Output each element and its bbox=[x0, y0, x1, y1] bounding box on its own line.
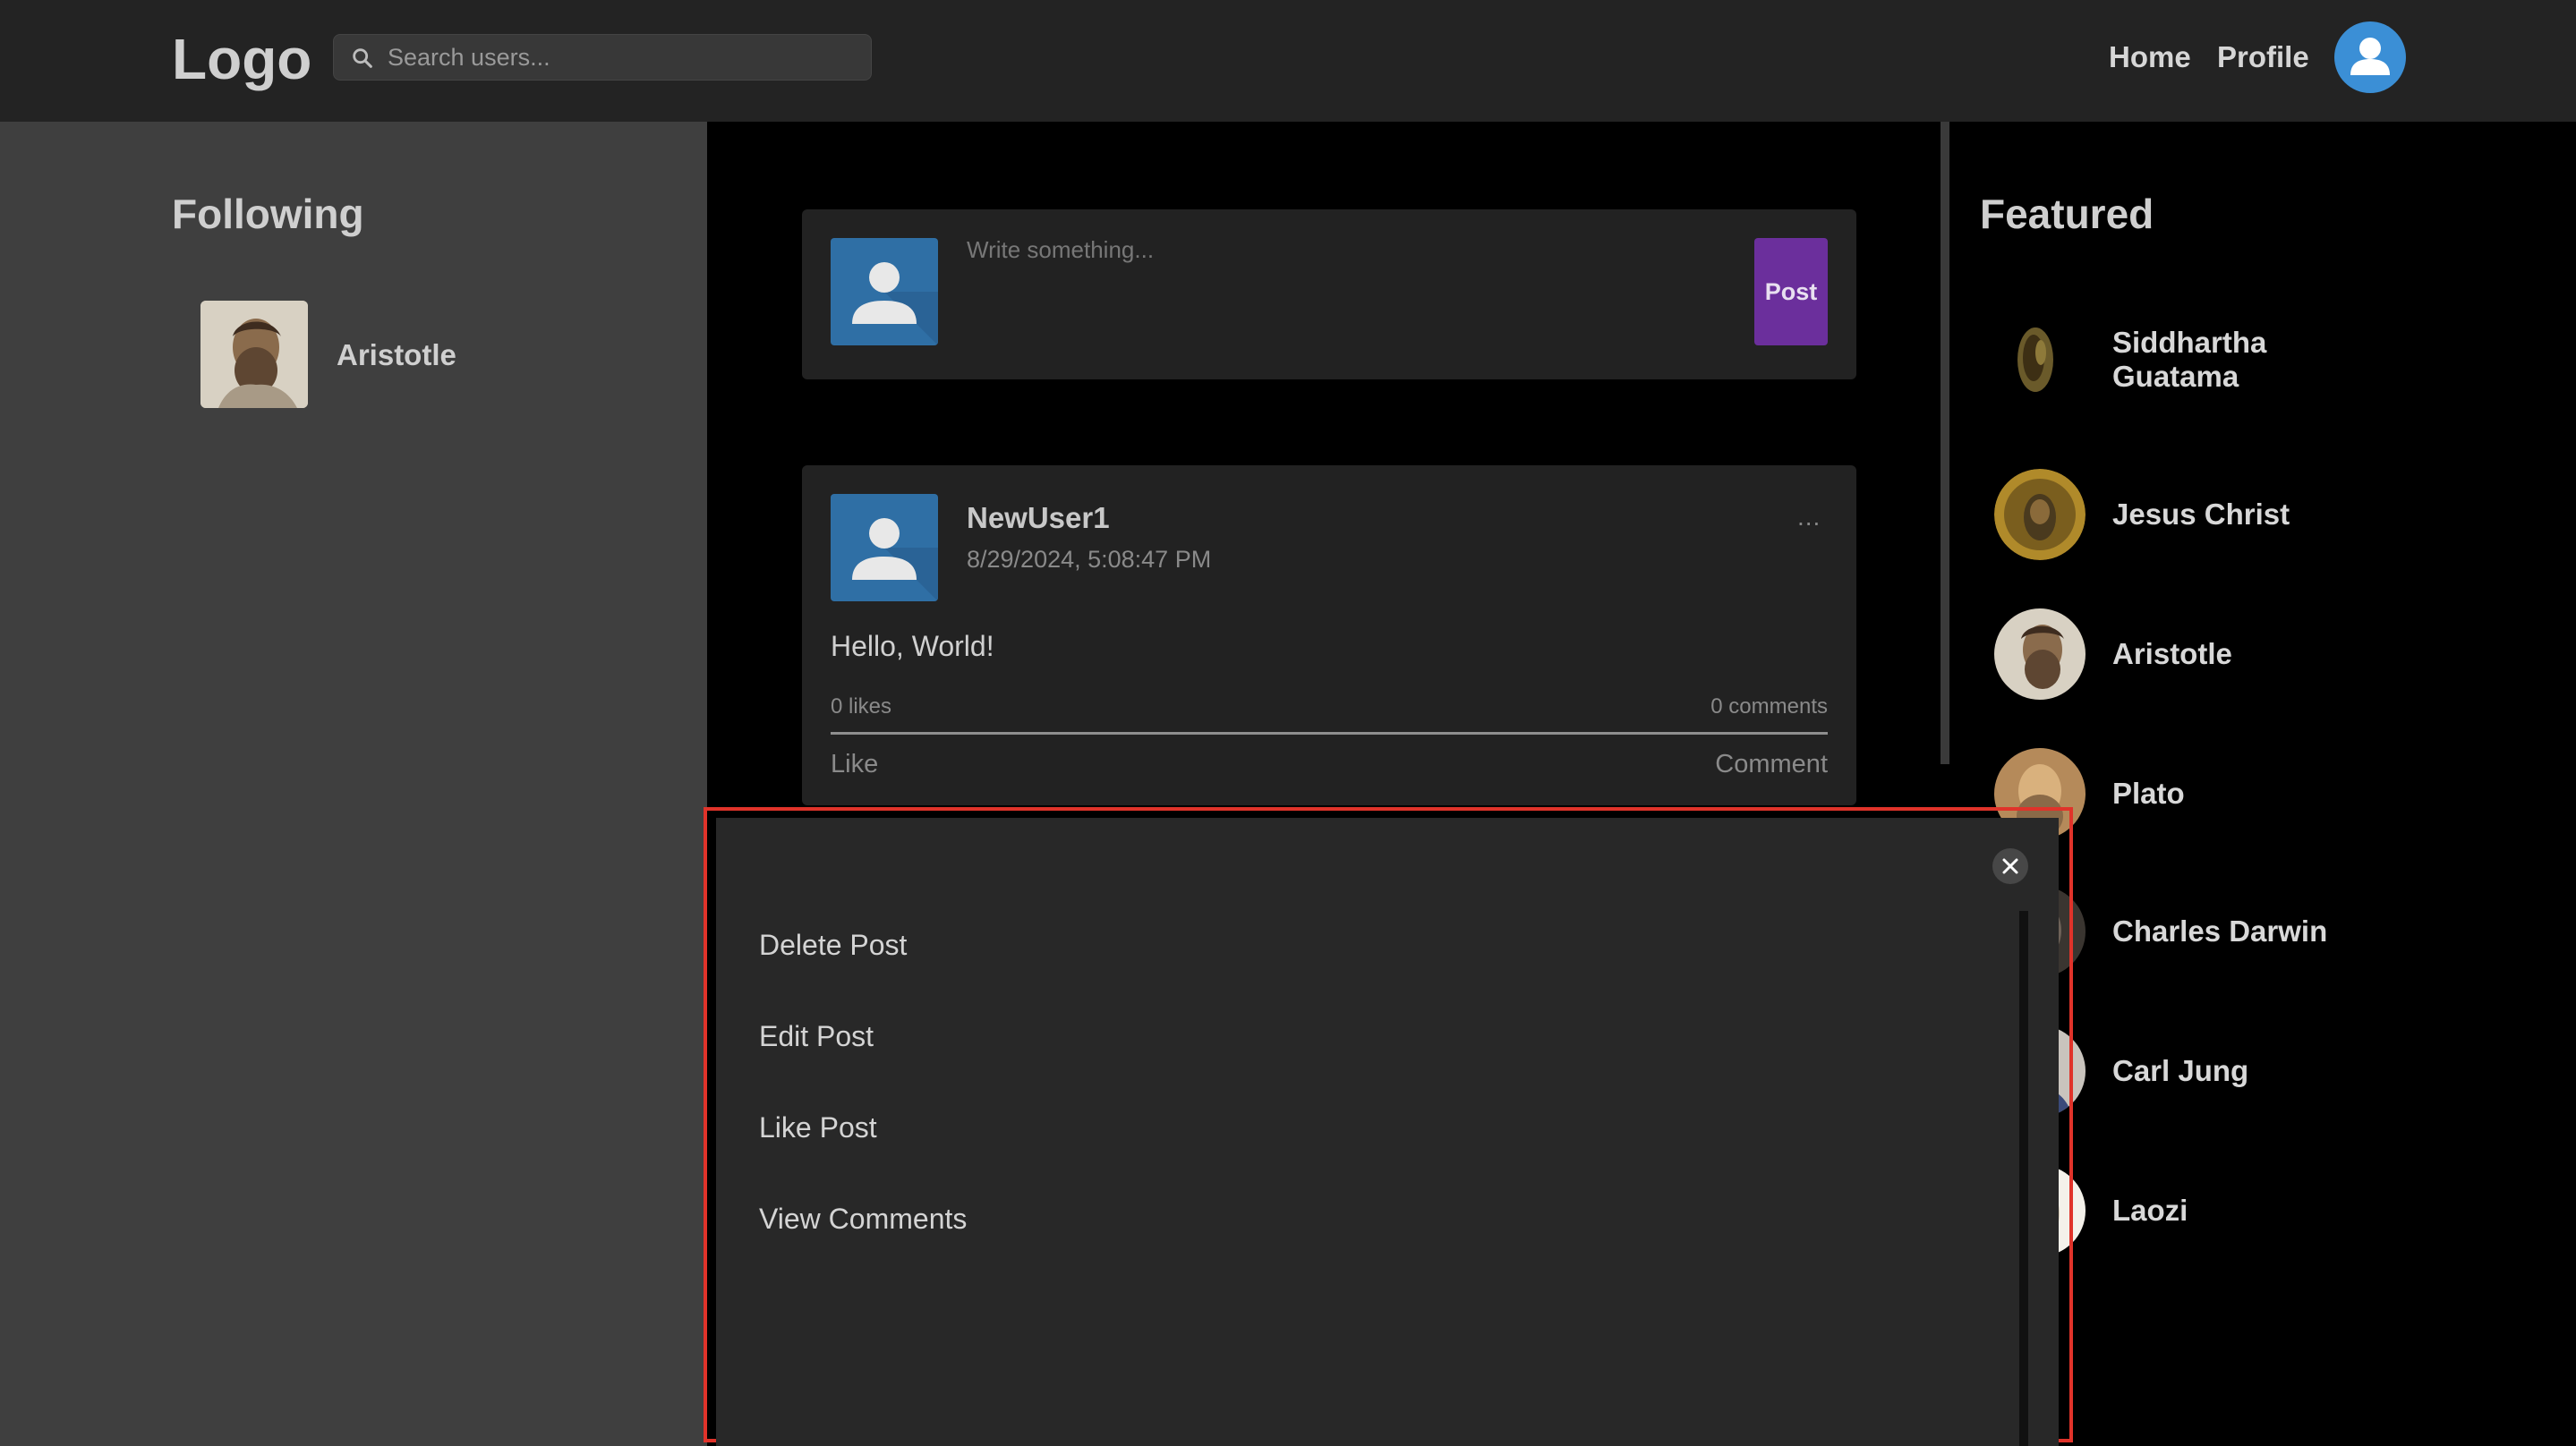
close-button[interactable] bbox=[1992, 848, 2028, 884]
post-author[interactable]: NewUser1 bbox=[967, 501, 1110, 535]
siddhartha-avatar bbox=[1994, 313, 2086, 404]
comment-button[interactable]: Comment bbox=[1715, 750, 1828, 779]
following-item-aristotle[interactable]: Aristotle bbox=[200, 301, 666, 408]
modal-scrollbar[interactable] bbox=[2019, 911, 2028, 1446]
featured-name: Carl Jung bbox=[2112, 1054, 2249, 1087]
top-nav-bar: Logo Home Profile bbox=[0, 0, 2576, 122]
divider bbox=[831, 732, 1828, 735]
post-composer: Post bbox=[802, 209, 1856, 379]
post-card: NewUser1 8/29/2024, 5:08:47 PM ... Hello… bbox=[802, 465, 1856, 805]
featured-name: Laozi bbox=[2112, 1194, 2188, 1227]
search-icon bbox=[353, 48, 372, 68]
like-post-option[interactable]: Like Post bbox=[759, 1111, 877, 1144]
post-options-modal: Delete Post Edit Post Like Post View Com… bbox=[716, 818, 2059, 1446]
featured-item-jesus[interactable]: Jesus Christ bbox=[1994, 469, 2495, 562]
featured-name: Siddhartha Guatama bbox=[2112, 326, 2267, 393]
search-input[interactable] bbox=[388, 35, 862, 80]
featured-item-siddhartha[interactable]: Siddhartha Guatama bbox=[1994, 313, 2495, 406]
search-box[interactable] bbox=[333, 34, 872, 81]
aristotle-avatar bbox=[200, 301, 308, 408]
jesus-avatar bbox=[1994, 469, 2086, 560]
following-title: Following bbox=[172, 191, 364, 237]
edit-post-option[interactable]: Edit Post bbox=[759, 1020, 874, 1053]
view-comments-option[interactable]: View Comments bbox=[759, 1203, 967, 1236]
featured-item-aristotle[interactable]: Aristotle bbox=[1994, 608, 2495, 702]
featured-name: Aristotle bbox=[2112, 637, 2232, 670]
default-user-icon bbox=[852, 262, 938, 345]
post-author-avatar[interactable] bbox=[831, 494, 938, 601]
like-button[interactable]: Like bbox=[831, 750, 878, 779]
comments-count: 0 comments bbox=[1710, 694, 1828, 719]
likes-count: 0 likes bbox=[831, 694, 892, 719]
post-body: Hello, World! bbox=[831, 630, 994, 662]
delete-post-option[interactable]: Delete Post bbox=[759, 929, 907, 962]
post-timestamp: 8/29/2024, 5:08:47 PM bbox=[967, 546, 1212, 573]
aristotle-avatar bbox=[1994, 608, 2086, 700]
user-icon bbox=[2350, 38, 2390, 75]
default-user-icon bbox=[852, 518, 938, 601]
featured-name: Charles Darwin bbox=[2112, 914, 2328, 948]
following-name: Aristotle bbox=[337, 338, 456, 371]
featured-name: Jesus Christ bbox=[2112, 498, 2290, 531]
nav-home-link[interactable]: Home bbox=[2109, 39, 2191, 75]
composer-avatar bbox=[831, 238, 938, 345]
logo[interactable]: Logo bbox=[172, 25, 311, 93]
featured-title: Featured bbox=[1980, 191, 2154, 237]
feed-scrollbar[interactable] bbox=[1941, 122, 1949, 764]
close-icon bbox=[2002, 858, 2018, 874]
user-avatar[interactable] bbox=[2334, 21, 2406, 93]
post-button[interactable]: Post bbox=[1754, 238, 1828, 345]
featured-name: Plato bbox=[2112, 777, 2185, 810]
more-options-button[interactable]: ... bbox=[1797, 503, 1821, 532]
post-input[interactable] bbox=[967, 236, 1710, 353]
following-sidebar: Following Aristotle bbox=[0, 122, 707, 1446]
nav-profile-link[interactable]: Profile bbox=[2217, 39, 2309, 75]
